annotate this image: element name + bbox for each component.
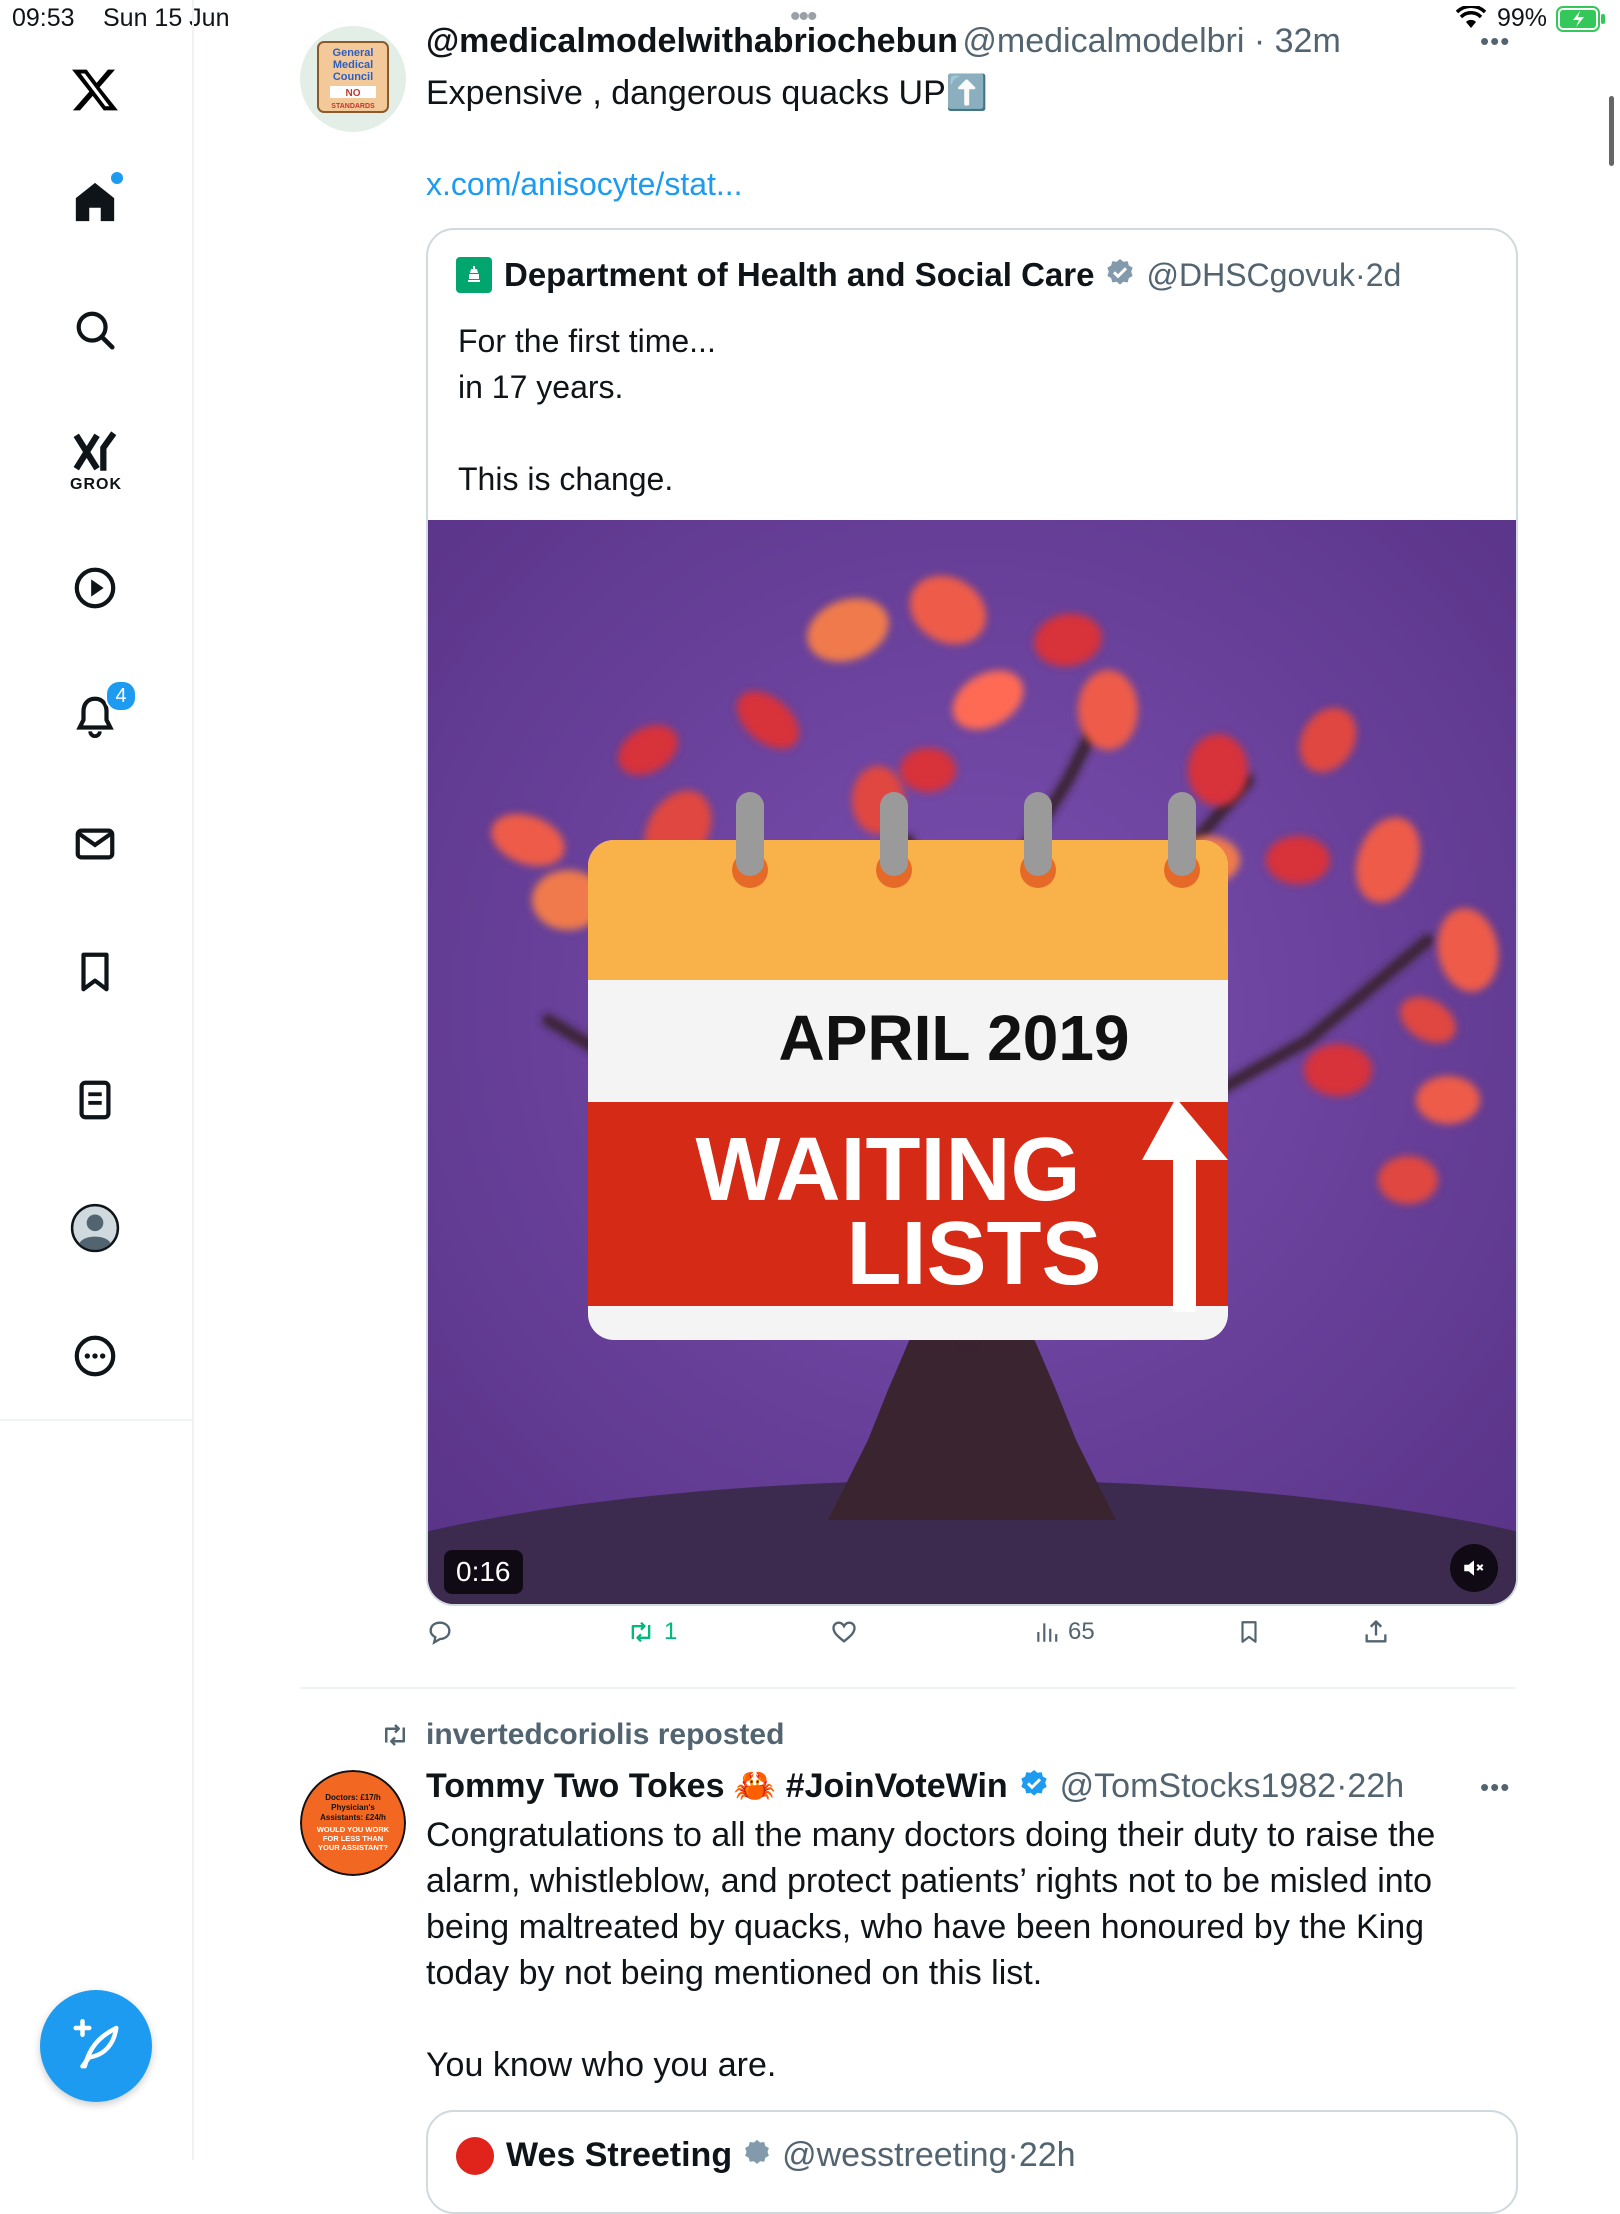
quote-line-4: This is change. (458, 461, 674, 497)
tweet2-display-name[interactable]: Tommy Two Tokes 🦀 #JoinVoteWin (426, 1766, 1008, 1806)
avatar2-line-5: FOR LESS THAN (323, 1834, 383, 1843)
heart-icon (832, 1621, 856, 1643)
repost-by-text: invertedcoriolis reposted (426, 1718, 785, 1751)
messages-icon[interactable] (55, 804, 135, 884)
verified-blue-badge-icon (1018, 1768, 1050, 1805)
reply-icon (429, 1621, 451, 1645)
views-icon (1037, 1623, 1058, 1642)
avatar2-line-3: Assistants: £24/h (320, 1813, 386, 1822)
lists-icon[interactable] (55, 1060, 135, 1140)
quote-handle[interactable]: @DHSCgovuk (1146, 257, 1355, 294)
quote-line-1: For the first time... (458, 323, 716, 359)
separator-dot: · (1336, 1766, 1348, 1805)
tweet1-header: @medicalmodelwithabriochebun @medicalmod… (426, 22, 1341, 61)
sidebar-divider (0, 1419, 192, 1421)
avatar2-line-6: YOUR ASSISTANT? (318, 1843, 388, 1852)
x-logo-icon[interactable] (55, 50, 135, 130)
sidebar: GROK 4 (0, 0, 194, 2160)
profile-avatar-icon[interactable] (55, 1188, 135, 1268)
quote-display-name[interactable]: Department of Health and Social Care (504, 256, 1094, 294)
tweet1-avatar[interactable]: General Medical Council NO STANDARDS (300, 26, 406, 132)
compose-post-button[interactable] (40, 1990, 152, 2102)
tweet2-quoted-card[interactable]: Wes Streeting @wesstreeting · 22h (426, 2110, 1518, 2214)
verified-grey-badge-icon (742, 2138, 772, 2173)
bookmark-button[interactable] (1236, 1618, 1262, 1646)
tweet1-action-bar: 1 65 (426, 1618, 1526, 1668)
reply-button[interactable] (426, 1618, 454, 1646)
video-duration: 0:16 (444, 1550, 523, 1594)
views-button[interactable]: 65 (1034, 1618, 1095, 1646)
scroll-indicator[interactable] (1609, 96, 1614, 166)
quoted-tweet-card[interactable]: Department of Health and Social Care @DH… (426, 228, 1518, 1606)
bookmark-icon (1241, 1621, 1257, 1643)
tweet2-time[interactable]: 22h (1347, 1767, 1404, 1806)
tweet1-time[interactable]: 32m (1275, 22, 1341, 60)
separator-dot: · (1244, 22, 1275, 60)
quote-header: Department of Health and Social Care @DH… (456, 256, 1401, 294)
tweet1-text: Expensive , dangerous quacks UP⬆️ (426, 74, 989, 112)
search-icon[interactable] (55, 290, 135, 370)
avatar-text-3: Council (333, 71, 373, 83)
avatar-text-1: General (333, 47, 374, 59)
avatar-text-5: STANDARDS (331, 103, 375, 110)
quote2-display-name[interactable]: Wes Streeting (506, 2136, 732, 2175)
bookmarks-icon[interactable] (55, 932, 135, 1012)
avatar-text-4: NO (346, 88, 361, 99)
tweet2-paragraph-2: You know who you are. (426, 2046, 777, 2084)
tweet-divider (300, 1687, 1516, 1689)
avatar2-line-2: Physician's (331, 1803, 375, 1812)
avatar-text-2: Medical (333, 59, 373, 71)
views-count: 65 (1068, 1618, 1095, 1645)
quote2-handle[interactable]: @wesstreeting (782, 2136, 1007, 2175)
quote2-header: Wes Streeting @wesstreeting · 22h (456, 2136, 1076, 2175)
tweet2-text: Congratulations to all the many doctors … (426, 1812, 1516, 2088)
banner-line-2: LISTS (846, 1204, 1101, 1304)
tweet1-display-name[interactable]: @medicalmodelwithabriochebun (426, 22, 958, 60)
calendar-month-text: APRIL 2019 (779, 1002, 1130, 1074)
grok-label: GROK (70, 476, 122, 493)
quote-line-2: in 17 years. (458, 369, 624, 405)
share-icon (1365, 1620, 1387, 1643)
quote-blank-line (458, 410, 1458, 456)
video-icon[interactable] (55, 548, 135, 628)
home-unread-dot (111, 172, 123, 184)
tweet1-handle[interactable]: @medicalmodelbri (962, 22, 1244, 60)
tweet1-link[interactable]: x.com/anisocyte/stat... (426, 166, 743, 203)
tweet2-header: Tommy Two Tokes 🦀 #JoinVoteWin @TomStock… (426, 1766, 1404, 1806)
quote2-time[interactable]: 22h (1019, 2136, 1076, 2175)
quote-time[interactable]: 2d (1366, 257, 1402, 294)
tweet1-more-icon[interactable]: ••• (1480, 26, 1510, 57)
video-thumbnail: APRIL 2019 WAITING LISTS (428, 520, 1516, 1604)
repost-count: 1 (664, 1618, 678, 1645)
notifications-bell-icon[interactable]: 4 (55, 676, 137, 756)
avatar2-line-1: Doctors: £17/h (325, 1793, 381, 1802)
avatar2-line-4: WOULD YOU WORK (317, 1825, 390, 1834)
tweet2-avatar[interactable]: Doctors: £17/h Physician's Assistants: £… (300, 1770, 406, 1876)
tweet2-blank-line (426, 1996, 1516, 2042)
more-options-icon[interactable] (55, 1316, 135, 1396)
repost-context[interactable]: invertedcoriolis reposted (378, 1718, 784, 1752)
video-player[interactable]: APRIL 2019 WAITING LISTS 0:16 (428, 520, 1516, 1604)
tweet2-paragraph-1: Congratulations to all the many doctors … (426, 1816, 1436, 1992)
battery-icon (1556, 6, 1606, 37)
home-icon[interactable] (55, 162, 135, 242)
repost-icon (631, 1621, 651, 1643)
share-button[interactable] (1362, 1618, 1390, 1646)
tweet2-handle[interactable]: @TomStocks1982 (1060, 1767, 1336, 1806)
verified-grey-badge-icon (1104, 257, 1136, 294)
separator-dot: · (1007, 2136, 1019, 2174)
separator-dot: · (1355, 256, 1366, 293)
quote-text: For the first time... in 17 years. This … (458, 318, 1458, 502)
notifications-badge: 4 (105, 680, 137, 712)
repost-button[interactable]: 1 (626, 1618, 677, 1646)
like-button[interactable] (830, 1618, 858, 1646)
quote2-avatar (456, 2136, 494, 2175)
dhsc-crest-icon (456, 257, 492, 293)
mute-icon[interactable] (1450, 1544, 1498, 1592)
tweet2-more-icon[interactable]: ••• (1480, 1772, 1510, 1803)
repost-context-icon (385, 1724, 405, 1746)
compose-feather-icon (73, 2019, 119, 2069)
